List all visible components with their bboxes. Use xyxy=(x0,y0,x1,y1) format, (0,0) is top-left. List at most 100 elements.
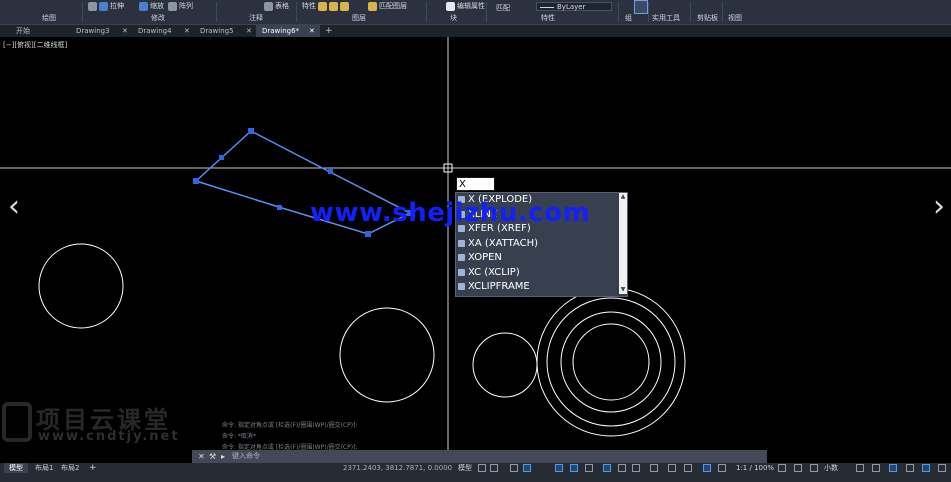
viewport-controls[interactable]: [−][俯视][二维线框] xyxy=(3,40,67,50)
circle[interactable] xyxy=(546,297,676,427)
plus-icon[interactable]: + xyxy=(325,25,333,37)
group-properties[interactable]: 特性 xyxy=(541,13,555,23)
edit-attribute-icon xyxy=(446,1,455,11)
scrollbar[interactable]: ▲ ▼ xyxy=(619,193,627,294)
selection-filter-icon[interactable] xyxy=(668,464,676,472)
group-groups[interactable]: 组 xyxy=(625,13,632,23)
grip-handle[interactable] xyxy=(277,205,282,210)
array-icon xyxy=(168,1,177,11)
chevron-right-icon[interactable]: › xyxy=(933,192,945,222)
command-menu-icon[interactable]: ▸ xyxy=(221,451,225,462)
otrack-icon[interactable] xyxy=(570,464,578,472)
history-line: 命令: 指定对角点或 [栏选(F)/圈围(WP)/圈交(CP)]: xyxy=(222,422,358,429)
plus-icon[interactable] xyxy=(794,464,802,472)
scale-tool[interactable]: 缩放 xyxy=(139,1,164,11)
ribbon-divider xyxy=(618,2,619,22)
circle[interactable] xyxy=(472,332,538,398)
grid-icon[interactable] xyxy=(478,464,486,472)
autocomplete-item[interactable]: XA (XATTACH) xyxy=(456,237,619,252)
grip-handle[interactable] xyxy=(365,231,371,237)
tab-drawing4[interactable]: Drawing4 xyxy=(132,25,192,37)
close-icon[interactable]: ✕ xyxy=(122,25,128,37)
group-modify[interactable]: 修改 xyxy=(151,13,165,23)
chevron-left-icon[interactable]: ‹ xyxy=(8,192,20,222)
clean-screen-icon[interactable] xyxy=(922,464,930,472)
properties-tool[interactable]: 特性 xyxy=(302,1,349,11)
autocomplete-item[interactable]: XC (XCLIP) xyxy=(456,266,619,281)
close-icon[interactable]: ✕ xyxy=(309,25,315,37)
linetype-dropdown[interactable]: ByLayer xyxy=(536,2,612,11)
array-tool[interactable]: 阵列 xyxy=(168,1,193,11)
layout-tab-1[interactable]: 布局1 xyxy=(30,463,58,473)
ribbon-divider xyxy=(648,2,649,22)
lineweight-icon[interactable] xyxy=(585,464,593,472)
3d-osnap-icon[interactable] xyxy=(632,464,640,472)
grip-handle[interactable] xyxy=(248,128,254,134)
tab-drawing5[interactable]: Drawing5 xyxy=(194,25,254,37)
gizmo-icon[interactable] xyxy=(684,464,692,472)
customize-icon[interactable] xyxy=(938,464,946,472)
quick-properties-icon[interactable] xyxy=(856,464,864,472)
grip-handle[interactable] xyxy=(193,178,199,184)
group-block[interactable]: 块 xyxy=(450,13,457,23)
close-icon[interactable]: ✕ xyxy=(184,25,190,37)
circle[interactable] xyxy=(572,323,650,401)
chevron-up-icon[interactable]: ▲ xyxy=(619,193,627,201)
autocomplete-item[interactable]: XCLIPFRAME xyxy=(456,280,619,295)
history-line: 命令: *取消* xyxy=(222,433,256,440)
selection-cycling-icon[interactable] xyxy=(618,464,626,472)
tab-start[interactable]: 开始 xyxy=(10,25,65,37)
auto-scale-icon[interactable] xyxy=(718,464,726,472)
circle[interactable] xyxy=(38,243,124,329)
logo-mark xyxy=(2,402,32,442)
units-icon[interactable] xyxy=(810,464,818,472)
ortho-icon[interactable] xyxy=(510,464,518,472)
group-annotation[interactable]: 注释 xyxy=(249,13,263,23)
select-icon[interactable] xyxy=(634,0,648,14)
units-dropdown[interactable]: 小数 xyxy=(824,463,838,473)
gear-icon[interactable] xyxy=(778,464,786,472)
model-space-toggle[interactable]: 模型 xyxy=(458,463,472,473)
chevron-down-icon[interactable]: ▼ xyxy=(619,286,627,294)
circle[interactable] xyxy=(560,311,662,413)
command-line[interactable]: ✕ ⚒ ▸ 键入命令 xyxy=(192,450,767,463)
edit-attribute-tool[interactable]: 编辑属性 xyxy=(446,1,485,11)
lock-ui-icon[interactable] xyxy=(872,464,880,472)
grip-handle[interactable] xyxy=(219,155,224,160)
group-draw[interactable]: 绘图 xyxy=(42,13,56,23)
command-prompt[interactable]: 键入命令 xyxy=(232,450,260,463)
match-layer-tool[interactable]: 匹配图层 xyxy=(368,1,407,11)
polar-icon[interactable] xyxy=(523,464,531,472)
isolate-objects-icon[interactable] xyxy=(889,464,897,472)
grip-handle[interactable] xyxy=(328,169,333,174)
layer-icon xyxy=(329,1,338,11)
table-tool[interactable]: 表格 xyxy=(264,1,289,11)
wrench-icon[interactable]: ⚒ xyxy=(209,451,216,462)
plus-icon[interactable]: + xyxy=(84,463,102,473)
circle[interactable] xyxy=(339,307,435,403)
stretch-tool[interactable]: 拉伸 xyxy=(88,1,124,11)
status-bar: 模型 布局1 布局2 + 2371.2403, 3812.7871, 0.000… xyxy=(0,463,951,482)
match-properties-tool[interactable]: 匹配 xyxy=(496,3,510,13)
tab-drawing3[interactable]: Drawing3 xyxy=(70,25,130,37)
group-utilities[interactable]: 实用工具 xyxy=(652,13,680,23)
file-tabs: 开始 Drawing3 ✕ Drawing4 ✕ Drawing5 ✕ Draw… xyxy=(0,25,951,37)
circle[interactable] xyxy=(536,287,686,437)
command-history: 命令: 指定对角点或 [栏选(F)/圈围(WP)/圈交(CP)]: 命令: *取… xyxy=(222,420,357,453)
snap-icon[interactable] xyxy=(490,464,498,472)
group-view[interactable]: 视图 xyxy=(728,13,742,23)
dynamic-command-input[interactable]: X xyxy=(456,177,495,191)
group-clipboard[interactable]: 剪贴板 xyxy=(697,13,718,23)
annotation-scale[interactable]: 1:1 / 100% xyxy=(736,463,774,473)
group-layers[interactable]: 图层 xyxy=(352,13,366,23)
close-icon[interactable]: ✕ xyxy=(246,25,252,37)
dynamic-ucs-icon[interactable] xyxy=(650,464,658,472)
layout-tab-2[interactable]: 布局2 xyxy=(56,463,84,473)
osnap-icon[interactable] xyxy=(555,464,563,472)
hardware-acceleration-icon[interactable] xyxy=(906,464,914,472)
layout-tab-model[interactable]: 模型 xyxy=(4,463,28,473)
transparency-icon[interactable] xyxy=(603,464,611,472)
annotation-visibility-icon[interactable] xyxy=(703,464,711,472)
autocomplete-item[interactable]: XOPEN xyxy=(456,251,619,266)
close-icon[interactable]: ✕ xyxy=(198,451,205,462)
